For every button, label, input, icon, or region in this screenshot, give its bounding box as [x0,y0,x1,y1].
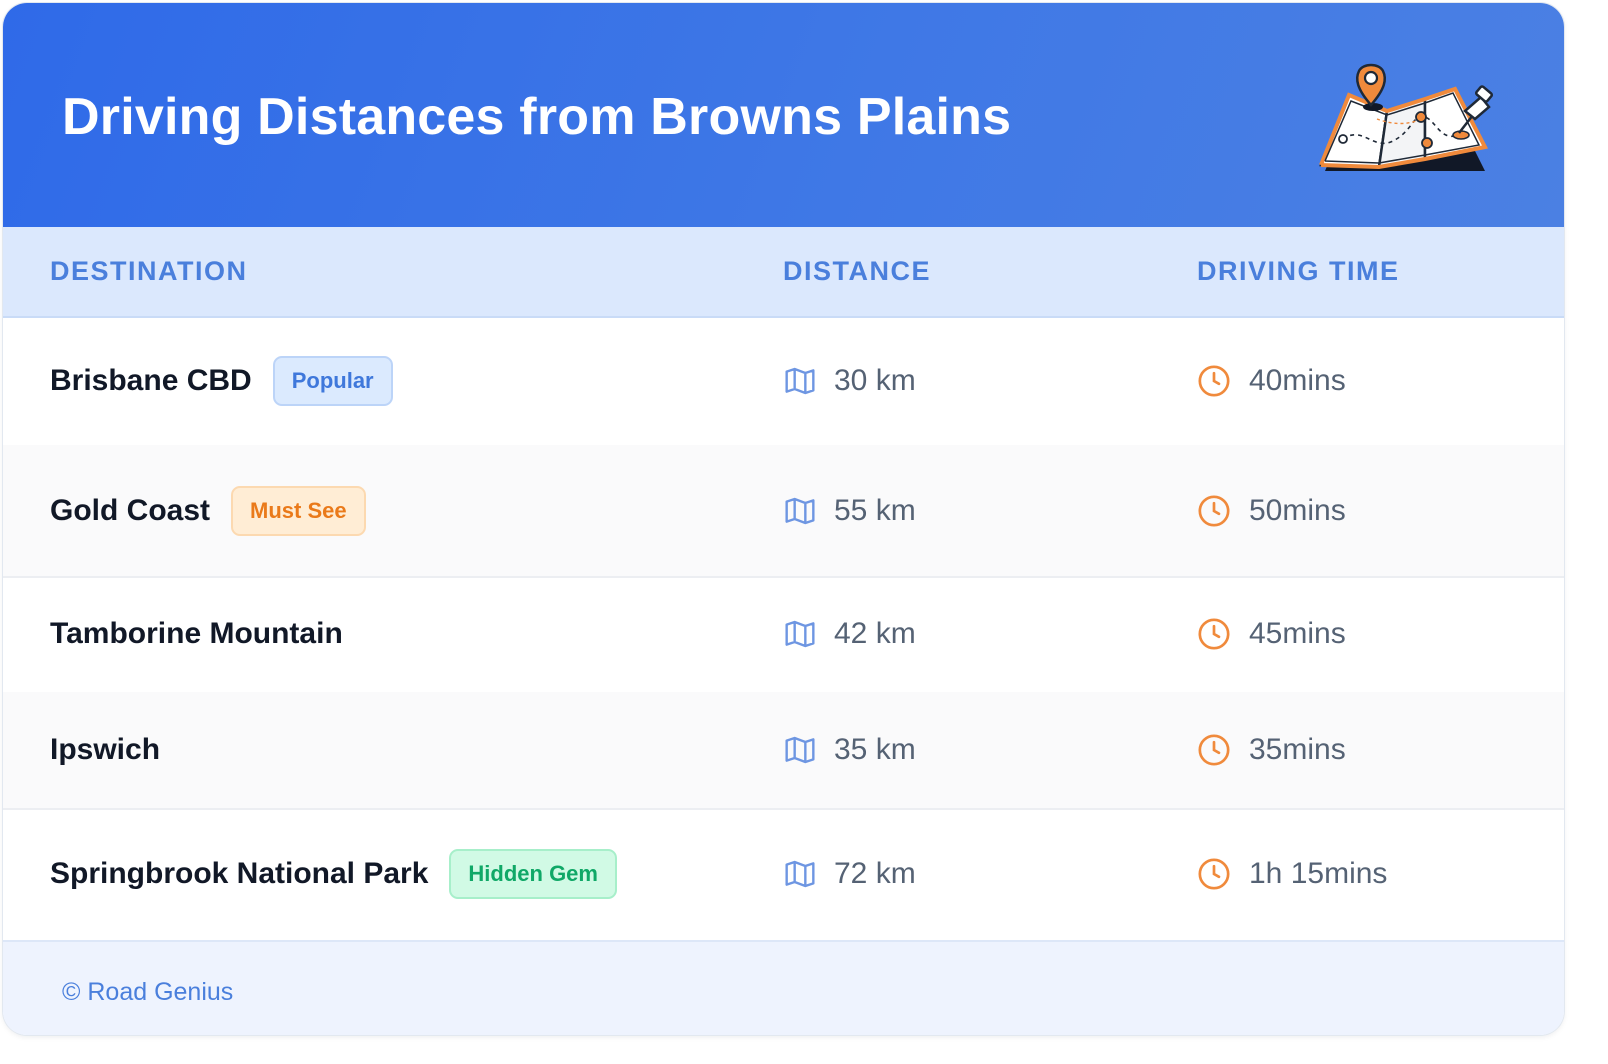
column-header-distance: DISTANCE [783,256,932,286]
time-value: 35mins [1249,733,1346,766]
time-value: 1h 15mins [1249,857,1388,890]
clock-icon [1198,494,1230,527]
copyright-link[interactable]: © Road Genius [62,978,233,1007]
distance-value: 30 km [834,363,916,397]
map-icon [785,367,815,394]
must-see-badge: Must See [231,485,366,536]
map-icon [785,497,815,524]
time-value: 40mins [1249,363,1346,397]
map-icon [785,736,815,764]
clock-icon [1198,734,1230,766]
destination-name: Springbrook National Park [50,857,429,890]
destination-name: Gold Coast [50,493,211,527]
destination-cell: Brisbane CBD Popular [50,316,393,445]
distance-cell: 30 km [784,316,916,445]
clock-icon [1198,618,1230,650]
distance-value: 42 km [834,617,916,650]
time-value: 50mins [1249,493,1346,527]
destination-cell: Tamborine Mountain [50,576,343,692]
time-cell: 50mins [1197,445,1346,576]
column-header-driving-time: DRIVING TIME [1197,256,1400,286]
destination-name: Brisbane CBD [50,363,252,397]
distance-cell: 42 km [784,576,916,692]
destination-cell: Gold Coast Must See [50,445,366,576]
distance-cell: 35 km [784,692,916,808]
destination-name: Ipswich [50,733,161,766]
destination-cell: Springbrook National Park Hidden Gem [50,808,617,940]
map-icon [785,620,815,648]
card-footer: © Road Genius [3,940,1564,1035]
map-icon [785,860,815,888]
distance-card: Driving Distances from Browns Plains DES… [3,3,1564,1035]
distance-value: 55 km [834,493,916,527]
time-cell: 40mins [1197,316,1346,445]
table-header: DESTINATION DISTANCE DRIVING TIME [3,227,1564,318]
table-row: Springbrook National Park Hidden Gem 72 … [3,808,1564,940]
map-with-pin-icon [1319,63,1493,171]
distance-cell: 72 km [784,808,916,940]
clock-icon [1198,364,1230,397]
table-row: Brisbane CBD Popular 30 km 40mins [3,316,1564,447]
table-row: Ipswich 35 km 35mins [3,692,1564,810]
table-row: Gold Coast Must See 55 km 50mins [3,445,1564,578]
card-header: Driving Distances from Browns Plains [3,3,1564,227]
destination-cell: Ipswich [50,692,160,808]
hidden-gem-badge: Hidden Gem [449,849,617,899]
time-cell: 45mins [1197,576,1346,692]
popular-badge: Popular [272,355,393,406]
distance-cell: 55 km [784,445,916,576]
time-cell: 35mins [1197,692,1346,808]
time-cell: 1h 15mins [1197,808,1387,940]
distance-value: 72 km [834,857,916,890]
column-header-destination: DESTINATION [50,256,248,286]
page-title: Driving Distances from Browns Plains [62,88,1012,146]
time-value: 45mins [1249,617,1346,650]
clock-icon [1198,858,1230,890]
table-row: Tamborine Mountain 42 km 45mins [3,576,1564,694]
distance-value: 35 km [834,733,916,766]
destination-name: Tamborine Mountain [50,617,343,650]
